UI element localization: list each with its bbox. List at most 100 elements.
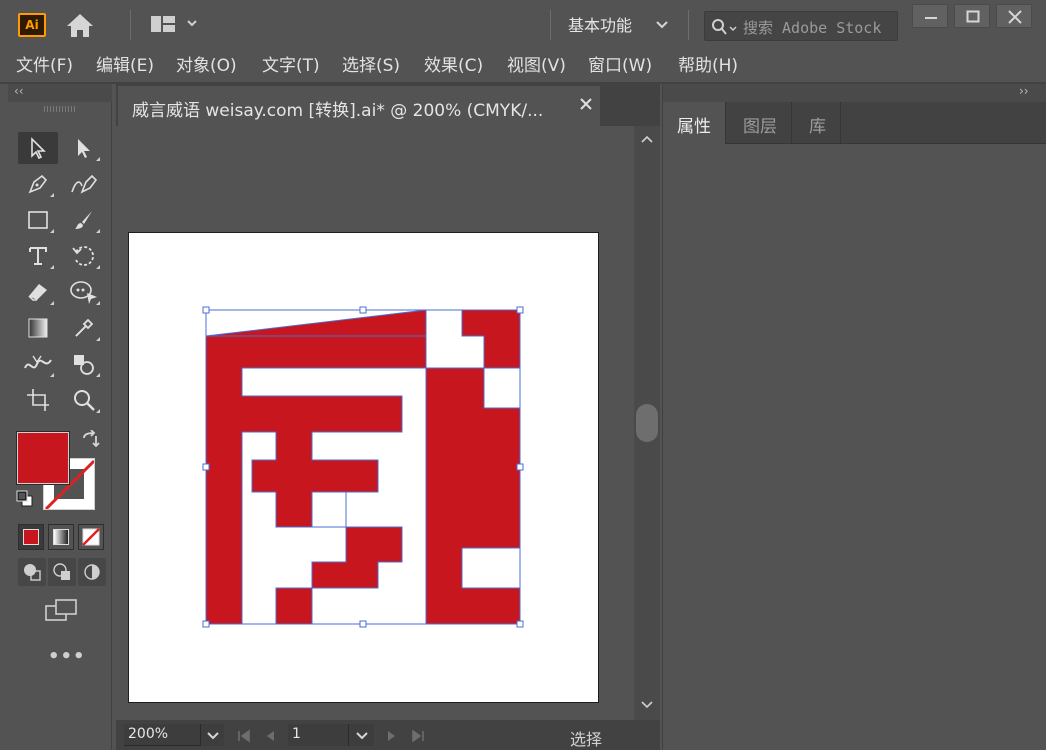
first-artboard-icon[interactable] [236,728,252,744]
close-window-button[interactable] [996,4,1032,28]
gradient-mode-button[interactable] [48,524,74,550]
chevron-down-icon [356,732,368,740]
draw-inside-button[interactable] [78,558,106,586]
artboard[interactable] [128,232,599,703]
status-bar: 200% 1 选择 [116,720,660,750]
artboard-dropdown[interactable] [348,724,374,746]
draw-inside-icon [84,564,100,580]
divider [688,10,689,40]
rectangle-icon [28,211,48,229]
divider [550,10,551,40]
rotate-tool[interactable] [64,240,104,272]
scroll-down-icon[interactable] [634,696,660,712]
zoom-icon [74,390,95,411]
menu-help[interactable]: 帮助(H) [678,51,738,76]
document-window: 威言威语 weisay.com [转换].ai* @ 200% (CMYK/..… [116,84,660,750]
previous-artboard-icon[interactable] [262,728,278,744]
close-icon[interactable] [578,96,594,112]
collapse-icon[interactable]: ‹‹ [14,84,24,98]
width-icon [24,355,52,369]
scroll-up-icon[interactable] [634,132,660,148]
gradient-mode-swatch [53,529,69,545]
type-icon [29,247,47,265]
artwork[interactable] [129,233,600,704]
curvature-tool[interactable] [64,168,104,200]
collapse-icon[interactable]: ›› [1019,84,1029,98]
screen-mode-icon[interactable] [44,598,78,622]
type-tool[interactable] [18,240,58,272]
canvas[interactable] [116,126,634,720]
tools-panel-header[interactable]: ‹‹ [8,84,112,102]
chevron-down-icon[interactable] [654,16,670,32]
shape-builder-tool[interactable] [64,348,104,380]
menu-edit[interactable]: 编辑(E) [96,51,154,76]
close-icon [1008,10,1022,24]
none-mode-button[interactable] [78,524,104,550]
direct-selection-tool[interactable] [64,132,104,164]
chevron-down-icon [207,732,219,740]
zoom-input[interactable]: 200% [124,724,200,746]
stock-search-input[interactable]: 搜索 Adobe Stock [704,11,898,41]
next-artboard-icon[interactable] [384,728,400,744]
width-tool[interactable] [18,348,58,380]
draw-behind-button[interactable] [48,558,76,586]
minimize-button[interactable] [912,4,948,28]
eraser-tool[interactable] [18,276,58,308]
tab-libraries[interactable]: 库 [795,102,841,144]
artboard-number-input[interactable]: 1 [288,724,348,746]
panel-tabs: 属性 图层 库 [663,102,1046,144]
right-panel-header[interactable]: ›› [663,84,1046,102]
artboard-tool[interactable] [18,384,58,416]
menu-view[interactable]: 视图(V) [507,51,566,76]
tab-layers[interactable]: 图层 [729,102,792,144]
menu-effect[interactable]: 效果(C) [424,51,483,76]
pen-tool[interactable] [18,168,58,200]
scrollbar-thumb[interactable] [636,404,658,442]
default-colors-icon[interactable] [16,490,34,508]
swap-colors-icon[interactable] [80,430,100,450]
maximize-button[interactable] [954,4,990,28]
menu-bar: 文件(F) 编辑(E) 对象(O) 文字(T) 选择(S) 效果(C) 视图(V… [0,48,1046,78]
color-mode-button[interactable] [18,524,44,550]
menu-window[interactable]: 窗口(W) [588,51,652,76]
puppet-warp-tool[interactable] [64,276,104,308]
panel-grip[interactable] [44,106,76,112]
divider [130,10,131,40]
logo-glyph-part[interactable] [205,335,427,625]
eyedropper-tool[interactable] [64,312,104,344]
right-panel: ›› 属性 图层 库 [662,84,1046,750]
direct-selection-icon [78,139,90,158]
rectangle-tool[interactable] [18,204,58,236]
workspace-switcher[interactable]: 基本功能 [568,12,632,38]
title-bar: Ai 基本功能 搜索 Adobe Stock [0,0,1046,50]
zoom-dropdown[interactable] [200,724,224,746]
menu-object[interactable]: 对象(O) [176,51,237,76]
minimize-icon [925,17,937,19]
app-logo: Ai [18,13,46,37]
zoom-tool[interactable] [64,384,104,416]
paintbrush-tool[interactable] [64,204,104,236]
maximize-icon [966,10,980,23]
menu-select[interactable]: 选择(S) [342,51,400,76]
fill-swatch[interactable] [17,432,69,484]
draw-behind-icon [53,563,70,580]
menu-type[interactable]: 文字(T) [262,51,320,76]
gradient-tool[interactable] [18,312,58,344]
eyedropper-icon [75,318,94,337]
document-tab[interactable]: 威言威语 weisay.com [转换].ai* @ 200% (CMYK/..… [118,86,600,126]
draw-normal-button[interactable] [18,558,46,586]
status-tool-label[interactable]: 选择 [570,726,602,750]
menu-file[interactable]: 文件(F) [16,51,73,76]
selection-tool[interactable] [18,132,58,164]
tab-properties[interactable]: 属性 [663,102,726,144]
last-artboard-icon[interactable] [410,728,426,744]
edit-toolbar-button[interactable]: ••• [48,646,86,667]
draw-normal-icon [24,564,41,581]
home-icon[interactable] [64,10,96,40]
arrange-documents-icon[interactable] [150,14,198,34]
search-placeholder: 搜索 Adobe Stock [743,19,882,37]
tools-panel: ‹‹ ••• [8,84,112,750]
curvature-icon [71,174,98,194]
gradient-icon [28,318,48,338]
eraser-icon [28,284,47,301]
